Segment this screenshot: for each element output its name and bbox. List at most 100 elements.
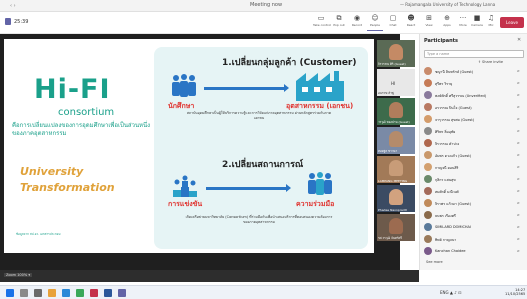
clock[interactable]: 14:27 11/10/2565 (505, 288, 525, 296)
chrome-icon[interactable] (76, 289, 84, 297)
participant-item[interactable]: ชญานี ลินทรักษ์ (Guest) ⌀ (420, 66, 527, 77)
video-tile[interactable]: จิรวรรณ ศิริ (Guest) (377, 40, 415, 67)
screen-icon: ▭ (317, 14, 325, 22)
system-tray[interactable]: ENG ▲ ♪ ⊡ (440, 290, 461, 295)
university-transformation-title: University Transformation (20, 164, 115, 196)
mic-off-icon: ⌀ (517, 116, 520, 121)
see-more-link[interactable]: See more (426, 260, 443, 264)
video-tile[interactable]: HI อนรรฆ ลำพู (377, 69, 415, 96)
avatar (424, 235, 432, 243)
teams-window: ‹ › Meeting now — Rajamangala University… (0, 0, 527, 299)
section1-heading: 1.เปลี่ยนกลุ่มลูกค้า (Customer) (222, 58, 357, 68)
org-name: — Rajamangala University of Technology L… (400, 2, 496, 7)
view-icon: ⊞ (426, 14, 432, 22)
video-tile[interactable]: Phadee Naonpradit (377, 185, 415, 212)
slide-left-panel: Hi-FI consortium คือการเปลี่ยนแปลงของการ… (4, 39, 154, 253)
share-invite-button[interactable]: ⇪ Share invite (478, 60, 503, 64)
avatar (424, 187, 432, 195)
word-icon[interactable] (104, 289, 112, 297)
nav-arrows-icon[interactable]: ‹ › (10, 3, 16, 9)
mic-off-icon: ⌀ (517, 128, 520, 133)
participant-item[interactable]: ศิริพร ลิ่มอุทัย ⌀ (420, 126, 527, 137)
participants-panel: Participants ✕ Type a name ⇪ Share invit… (419, 34, 527, 270)
participant-item[interactable]: ทิพย์ กาญจนา ⌀ (420, 234, 527, 245)
people-button[interactable]: ☺ People (367, 14, 383, 31)
avatar (424, 151, 432, 159)
meeting-toolbar: 25:39 ▭ Take control ⧉ Pop out ◉ Record ☺ Pe… (0, 12, 527, 34)
avatar (424, 163, 432, 171)
title-bar: ‹ › Meeting now — Rajamangala University… (0, 0, 527, 12)
participant-item[interactable]: ธนพร เรืองศรี ⌀ (420, 210, 527, 221)
powerpoint-icon[interactable] (90, 289, 98, 297)
participant-item[interactable]: อัมพร ดวงแก้ว (Guest) ⌀ (420, 150, 527, 161)
participant-item[interactable]: จิรวรรณ คำปวง ⌀ (420, 138, 527, 149)
leave-button[interactable]: Leave (500, 17, 524, 28)
react-icon: ☻ (407, 14, 415, 22)
participant-item[interactable]: สมศักดิ์ มณีวงศ์ ⌀ (420, 186, 527, 197)
participant-item[interactable]: จารุวรรณ สุขสม (Guest) ⌀ (420, 114, 527, 125)
avatar (424, 67, 432, 75)
edge-icon[interactable] (62, 289, 70, 297)
video-tile[interactable]: ทองพูล ชาวนา (377, 127, 415, 154)
participant-item[interactable]: กาญจนี ดอนสิริ ⌀ (420, 162, 527, 173)
participant-item[interactable]: จิราพร แก้วมา (Guest) ⌀ (420, 198, 527, 209)
team-icon (308, 172, 332, 195)
participants-title: Participants (424, 38, 459, 44)
presentation-slide: Hi-FI consortium คือการเปลี่ยนแปลงของการ… (4, 39, 374, 253)
view-button[interactable]: ⊞ View (421, 14, 437, 31)
avatar (424, 247, 432, 255)
mic-off-icon: ⌀ (517, 236, 520, 241)
close-icon[interactable]: ✕ (517, 37, 521, 43)
react-button[interactable]: ☻ React (403, 14, 419, 31)
participant-item[interactable]: สุรีพร วิรายุ ⌀ (420, 78, 527, 89)
popout-icon: ⧉ (336, 14, 342, 22)
cooperate-label: ความร่วมมือ (296, 200, 335, 208)
mic-off-icon: ⌀ (517, 248, 520, 253)
participant-item[interactable]: พงษ์ศักดิ์ ศรีสุวรรณ (Unverified) ⌀ (420, 90, 527, 101)
avatar (424, 91, 432, 99)
video-tile[interactable]: LAMPANG MEETING (377, 156, 415, 183)
participant-video (389, 189, 403, 205)
mic-off-icon: ⌀ (517, 212, 520, 217)
slide-right-panel: 1.เปลี่ยนกลุ่มลูกค้า (Customer) นักศึกษา… (154, 47, 368, 249)
record-icon: ◉ (353, 14, 361, 22)
people-icon: ☺ (371, 14, 379, 22)
task-view-icon[interactable] (34, 289, 42, 297)
avatar (424, 199, 432, 207)
section2-heading: 2.เปลี่ยนสถานการณ์ (222, 160, 304, 170)
mic-off-icon: ⌀ (517, 164, 520, 169)
record-button[interactable]: ◉ Record (349, 14, 365, 31)
participant-video (389, 160, 403, 176)
avatar (424, 79, 432, 87)
arrow-student-to-industry (204, 84, 289, 92)
participant-item[interactable]: กุลิกร แสนสุข ⌀ (420, 174, 527, 185)
consortium-subtitle: consortium (58, 107, 115, 118)
video-tile[interactable]: รศ.วรวุฒิ จันทร์ศรี (377, 214, 415, 241)
pop-out-button[interactable]: ⧉ Pop out (331, 14, 347, 31)
meeting-timer: 25:39 (14, 19, 29, 25)
podium-icon (173, 175, 197, 197)
chat-button[interactable]: ▢ Chat (385, 14, 401, 31)
video-tile[interactable]: วรวุฒิ ทองปาน (Guest) (377, 98, 415, 125)
participant-item[interactable]: SIMILARD DOMICHAI ⌀ (420, 222, 527, 233)
apps-button[interactable]: ⊕ Apps (439, 14, 455, 31)
participant-search-input[interactable]: Type a name (424, 50, 524, 58)
take-control-button[interactable]: ▭ Take control (313, 14, 331, 31)
zoom-control[interactable]: Zoom 100% ▾ (4, 273, 33, 277)
participant-item[interactable]: Kanchan Chaidee ⌀ (420, 246, 527, 257)
participant-item[interactable]: อรวรรณ ปินใจ (Guest) ⌀ (420, 102, 527, 113)
avatar (424, 103, 432, 111)
mic-button[interactable]: ♫ Mic (483, 14, 499, 31)
search-icon[interactable] (20, 289, 28, 297)
mic-off-icon: ⌀ (517, 140, 520, 145)
ut-line2: Transformation (20, 181, 115, 194)
windows-taskbar: ENG ▲ ♪ ⊡ 14:27 11/10/2565 (0, 285, 527, 299)
mic-off-icon: ⌀ (517, 104, 520, 109)
ut-line1: University (20, 165, 84, 178)
teams-icon[interactable] (118, 289, 126, 297)
start-icon[interactable] (6, 289, 14, 297)
mic-off-icon: ⌀ (517, 80, 520, 85)
file-explorer-icon[interactable] (48, 289, 56, 297)
participant-video (389, 131, 403, 147)
mic-off-icon: ⌀ (517, 188, 520, 193)
